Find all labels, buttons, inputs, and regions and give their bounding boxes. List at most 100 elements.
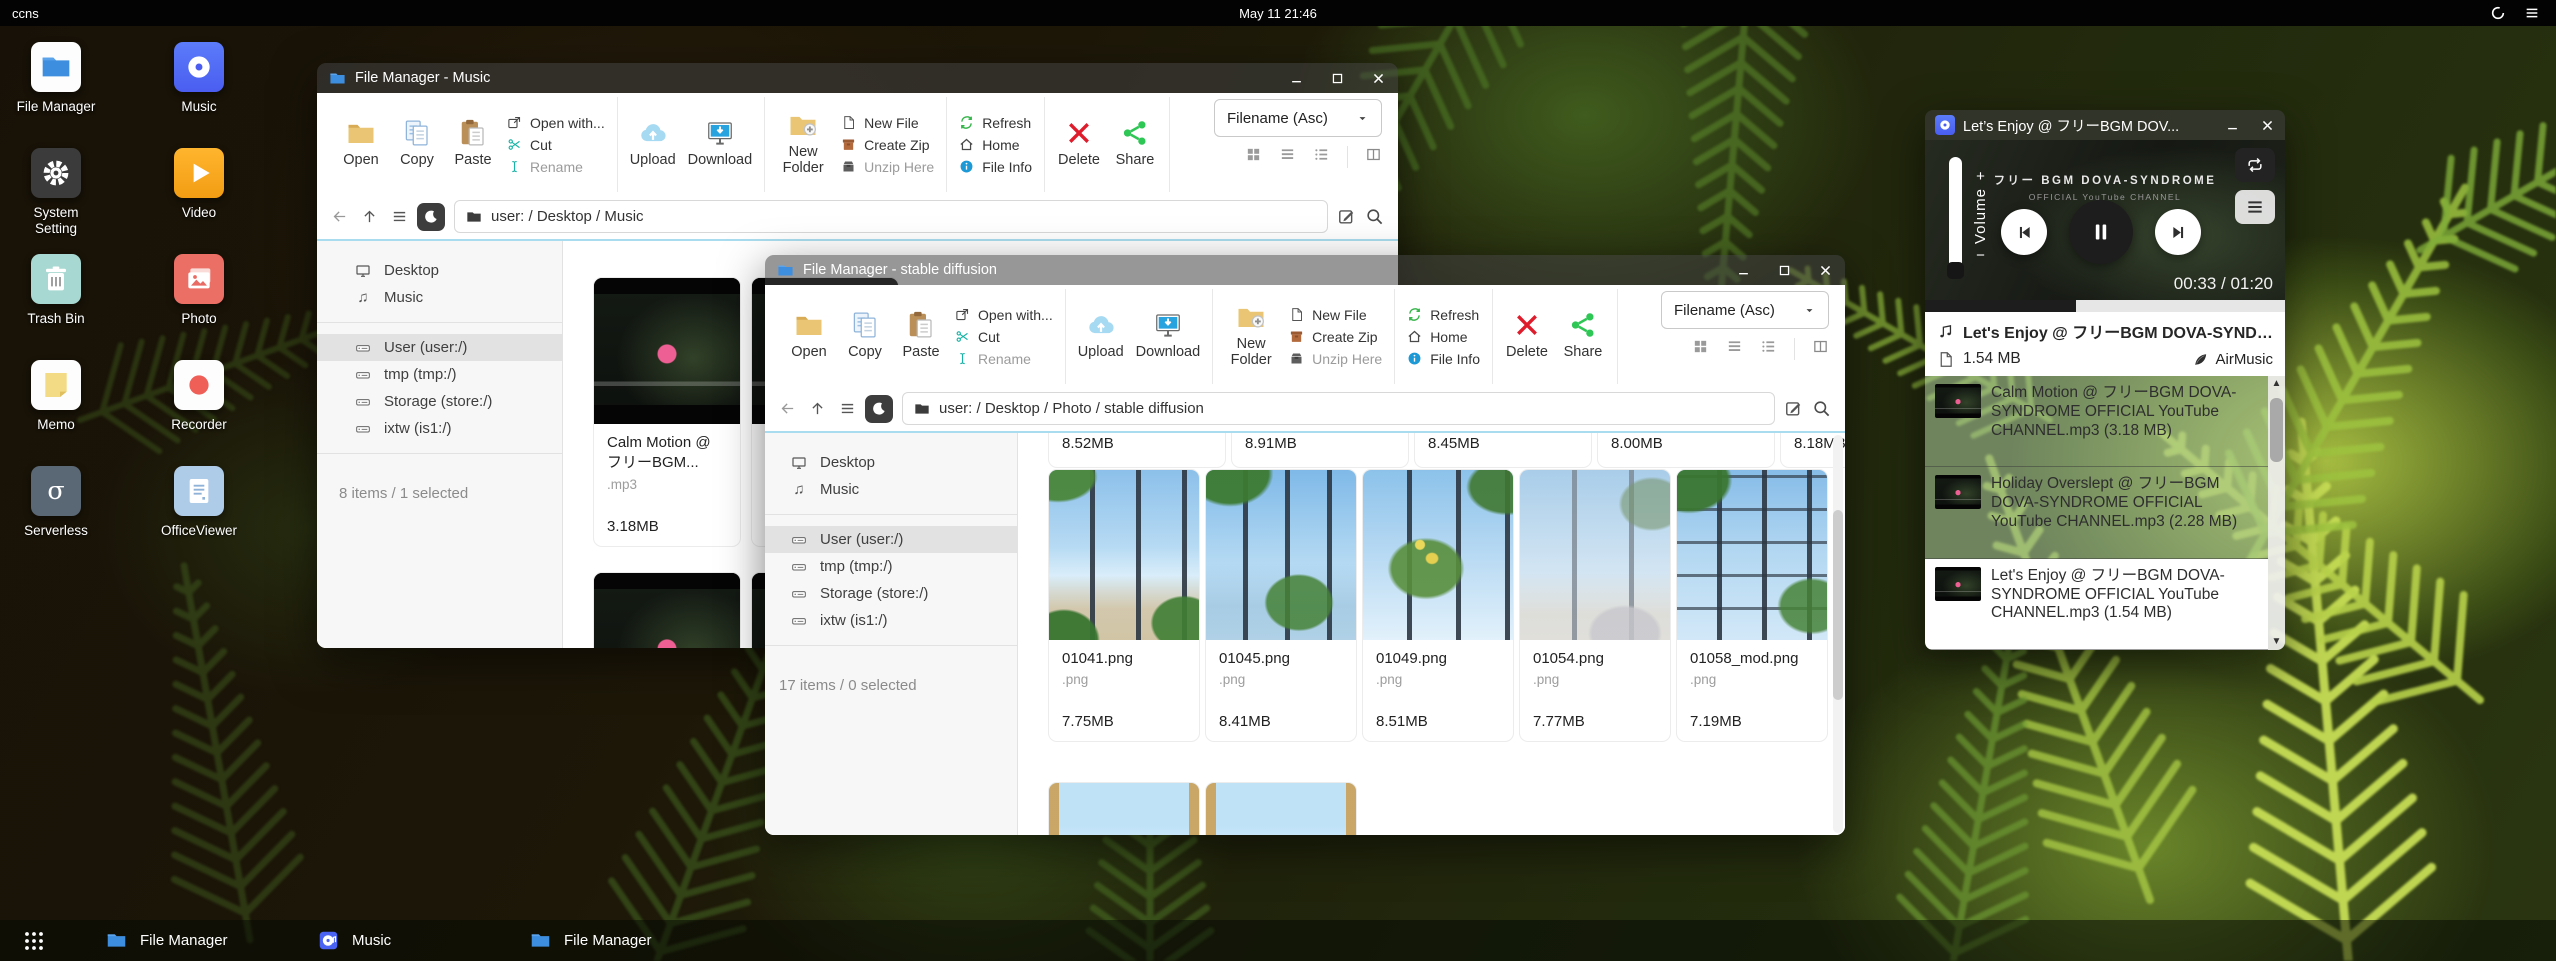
view-columns-button[interactable]	[1812, 338, 1829, 360]
toolbar-new-file[interactable]: New File	[841, 114, 934, 132]
path-input[interactable]: user: / Desktop / Photo / stable diffusi…	[902, 392, 1775, 425]
desktop-icon-recorder[interactable]: Recorder	[155, 360, 243, 466]
sidebar-item-tmp-tmp[interactable]: tmp (tmp:/)	[317, 361, 562, 388]
toolbar-copy[interactable]: Copy	[395, 118, 439, 171]
system-menu-icon[interactable]	[2524, 5, 2540, 21]
sidebar-item-tmp-tmp[interactable]: tmp (tmp:/)	[765, 553, 1017, 580]
scrollbar-thumb[interactable]	[2270, 398, 2283, 462]
toolbar-share[interactable]: Share	[1113, 118, 1157, 171]
player-titlebar[interactable]: Let’s Enjoy @ フリーBGM DOV...	[1925, 110, 2285, 140]
file-card-01058-mod-png[interactable]: 01058_mod.png.png7.19MB	[1676, 469, 1828, 742]
titlebar[interactable]: File Manager - Music	[317, 63, 1398, 93]
playlist-item[interactable]: Let's Enjoy @ フリーBGM DOVA-SYNDROME OFFIC…	[1925, 559, 2268, 650]
file-card-01049-png[interactable]: 01049.png.png8.51MB	[1362, 469, 1514, 742]
file-area[interactable]: 01041.png.png7.75MB01045.png.png8.41MB01…	[1018, 433, 1845, 835]
toolbar-download[interactable]: Download	[688, 118, 753, 171]
file-card-partial[interactable]: 8.45MB	[1414, 433, 1592, 468]
file-card-01045-png[interactable]: 01045.png.png8.41MB	[1205, 469, 1357, 742]
pause-button[interactable]	[2069, 200, 2133, 264]
toolbar-home[interactable]: Home	[959, 136, 1032, 154]
maximize-button[interactable]	[1777, 263, 1792, 278]
sidebar-item-ixtw-is1[interactable]: ixtw (is1:/)	[765, 607, 1017, 634]
loading-spinner-icon[interactable]	[2490, 5, 2506, 21]
sidebar-item-user-user[interactable]: User (user:/)	[317, 334, 562, 361]
file-card[interactable]	[1205, 782, 1357, 835]
file-card-partial[interactable]: 8.52MB	[1048, 433, 1226, 468]
view-detail-button[interactable]	[1313, 146, 1330, 168]
sidebar-item-storage-store[interactable]: Storage (store:/)	[765, 580, 1017, 607]
scrollbar-thumb[interactable]	[1833, 510, 1843, 700]
up-icon[interactable]	[361, 208, 378, 225]
app-launcher-button[interactable]	[16, 923, 52, 959]
close-button[interactable]	[1371, 71, 1386, 86]
file-card[interactable]	[1048, 782, 1200, 835]
view-detail-button[interactable]	[1760, 338, 1777, 360]
sidebar-item-music[interactable]: ♫Music	[317, 284, 562, 311]
toolbar-delete[interactable]: Delete	[1057, 118, 1101, 171]
volume-slider[interactable]	[1949, 157, 1962, 275]
toolbar-upload[interactable]: Upload	[1078, 310, 1124, 363]
edit-path-icon[interactable]	[1337, 207, 1356, 226]
view-list-button[interactable]	[1726, 338, 1743, 360]
toolbar-paste[interactable]: Paste	[451, 118, 495, 171]
toolbar-home[interactable]: Home	[1407, 328, 1480, 346]
path-input[interactable]: user: / Desktop / Music	[454, 200, 1328, 233]
sidebar-item-music[interactable]: ♫Music	[765, 476, 1017, 503]
toolbar-paste[interactable]: Paste	[899, 310, 943, 363]
minimize-button[interactable]	[1736, 263, 1751, 278]
sidebar-item-user-user[interactable]: User (user:/)	[765, 526, 1017, 553]
dark-mode-button[interactable]	[417, 203, 445, 231]
file-card-01054-png[interactable]: 01054.png.png7.77MB	[1519, 469, 1671, 742]
toolbar-unzip-here[interactable]: Unzip Here	[841, 158, 934, 176]
desktop-icon-officeviewer[interactable]: OfficeViewer	[155, 466, 243, 572]
file-card[interactable]	[593, 572, 741, 648]
close-button[interactable]	[2260, 118, 2275, 133]
toolbar-download[interactable]: Download	[1136, 310, 1201, 363]
sidebar-item-desktop[interactable]: Desktop	[317, 257, 562, 284]
desktop-icon-system-setting[interactable]: System Setting	[12, 148, 100, 254]
back-icon[interactable]	[779, 400, 796, 417]
next-track-button[interactable]	[2155, 209, 2201, 255]
toolbar-refresh[interactable]: Refresh	[1407, 306, 1480, 324]
sidebar-item-desktop[interactable]: Desktop	[765, 449, 1017, 476]
desktop-icon-video[interactable]: Video	[155, 148, 243, 254]
toolbar-new-folder[interactable]: New Folder	[777, 110, 829, 179]
menu-icon[interactable]	[391, 208, 408, 225]
progress-bar[interactable]	[1925, 300, 2285, 312]
toolbar-delete[interactable]: Delete	[1505, 310, 1549, 363]
sidebar-item-storage-store[interactable]: Storage (store:/)	[317, 388, 562, 415]
sort-dropdown[interactable]: Filename (Asc)	[1214, 99, 1382, 137]
playlist-scrollbar[interactable]: ▲ ▼	[2268, 376, 2285, 650]
toolbar-rename[interactable]: Rename	[955, 350, 1053, 368]
up-icon[interactable]	[809, 400, 826, 417]
toolbar-refresh[interactable]: Refresh	[959, 114, 1032, 132]
dark-mode-button[interactable]	[865, 395, 893, 423]
repeat-button[interactable]	[2235, 148, 2275, 182]
taskbar-item-file-manager[interactable]: File Manager	[100, 930, 312, 951]
toolbar-create-zip[interactable]: Create Zip	[1289, 328, 1382, 346]
toolbar-new-folder[interactable]: New Folder	[1225, 302, 1277, 371]
desktop-icon-file-manager[interactable]: File Manager	[12, 42, 100, 148]
taskbar-item-music[interactable]: Music	[312, 930, 524, 951]
playlist-menu-button[interactable]	[2235, 190, 2275, 224]
edit-path-icon[interactable]	[1784, 399, 1803, 418]
toolbar-share[interactable]: Share	[1561, 310, 1605, 363]
maximize-button[interactable]	[1330, 71, 1345, 86]
toolbar-file-info[interactable]: File Info	[959, 158, 1032, 176]
minimize-button[interactable]	[2225, 118, 2240, 133]
view-grid-button[interactable]	[1692, 338, 1709, 360]
playlist-item[interactable]: Calm Motion @ フリーBGM DOVA-SYNDROME OFFIC…	[1925, 376, 2268, 467]
toolbar-file-info[interactable]: File Info	[1407, 350, 1480, 368]
volume-knob[interactable]	[1947, 262, 1964, 279]
minimize-button[interactable]	[1289, 71, 1304, 86]
previous-track-button[interactable]	[2001, 209, 2047, 255]
view-grid-button[interactable]	[1245, 146, 1262, 168]
vertical-scrollbar[interactable]	[1833, 435, 1843, 833]
toolbar-rename[interactable]: Rename	[507, 158, 605, 176]
file-card-partial[interactable]: 8.91MB	[1231, 433, 1409, 468]
titlebar[interactable]: File Manager - stable diffusion	[765, 255, 1845, 285]
back-icon[interactable]	[331, 208, 348, 225]
desktop-icon-serverless[interactable]: σServerless	[12, 466, 100, 572]
file-card-partial[interactable]: 8.00MB	[1597, 433, 1775, 468]
search-icon[interactable]	[1365, 207, 1384, 226]
